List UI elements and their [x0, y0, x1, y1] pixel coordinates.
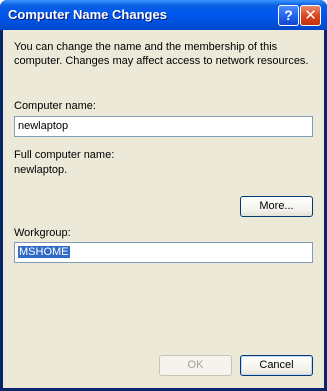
- workgroup-field[interactable]: MSHOME: [14, 242, 313, 263]
- ok-button[interactable]: OK: [159, 355, 232, 376]
- full-computer-name-label: Full computer name:: [14, 149, 115, 161]
- workgroup-label: Workgroup:: [14, 227, 71, 239]
- dialog-window: Computer Name Changes ? ✕ You can change…: [0, 0, 327, 391]
- cancel-button[interactable]: Cancel: [240, 355, 313, 376]
- close-icon: ✕: [304, 7, 317, 24]
- computer-name-field[interactable]: newlaptop: [14, 116, 313, 137]
- window-title: Computer Name Changes: [8, 7, 167, 22]
- description-text: You can change the name and the membersh…: [14, 41, 309, 67]
- dialog-body: You can change the name and the membersh…: [3, 30, 324, 388]
- computer-name-value: newlaptop: [18, 120, 69, 132]
- more-button[interactable]: More...: [240, 196, 313, 217]
- help-icon: ?: [284, 7, 293, 23]
- full-computer-name-value: newlaptop.: [14, 164, 68, 176]
- help-button[interactable]: ?: [278, 5, 299, 26]
- title-bar[interactable]: Computer Name Changes ? ✕: [0, 0, 327, 30]
- close-button[interactable]: ✕: [300, 5, 321, 26]
- computer-name-label: Computer name:: [14, 100, 96, 112]
- workgroup-value: MSHOME: [18, 246, 70, 258]
